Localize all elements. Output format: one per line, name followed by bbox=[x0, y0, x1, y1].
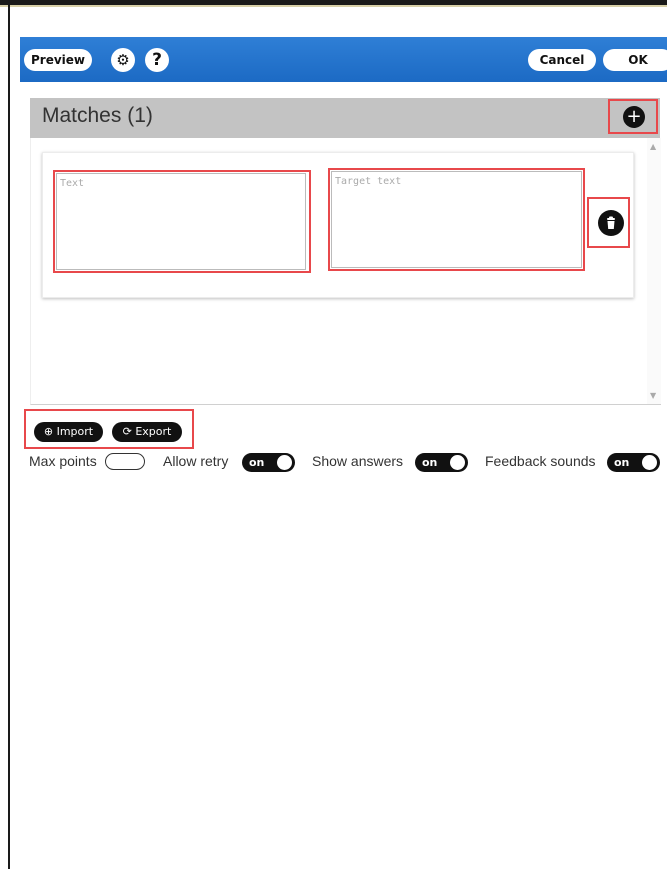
import-icon: ⊕ bbox=[43, 425, 54, 438]
text-field-highlight bbox=[53, 170, 311, 273]
allow-retry-state: on bbox=[249, 456, 265, 469]
question-mark-icon: ? bbox=[152, 50, 162, 70]
import-label: Import bbox=[56, 425, 94, 438]
cancel-button[interactable]: Cancel bbox=[528, 49, 596, 71]
options-row: Max points Allow retry on Show answers o… bbox=[0, 451, 667, 473]
window-left-border bbox=[8, 5, 10, 869]
settings-button[interactable]: ⚙ bbox=[111, 48, 135, 72]
feedback-sounds-state: on bbox=[614, 456, 630, 469]
export-button[interactable]: ⟳ Export bbox=[112, 422, 182, 442]
feedback-sounds-toggle[interactable]: on bbox=[607, 453, 660, 472]
toggle-knob bbox=[277, 455, 292, 470]
trash-icon bbox=[607, 216, 615, 229]
matches-panel-header: Matches (1) bbox=[30, 98, 660, 138]
max-points-label: Max points bbox=[29, 453, 97, 469]
plus-icon: + bbox=[626, 106, 642, 127]
show-answers-toggle[interactable]: on bbox=[415, 453, 468, 472]
add-match-button[interactable]: + bbox=[623, 106, 645, 128]
import-button[interactable]: ⊕ Import bbox=[34, 422, 103, 442]
show-answers-state: on bbox=[422, 456, 438, 469]
allow-retry-toggle[interactable]: on bbox=[242, 453, 295, 472]
export-label: Export bbox=[135, 425, 172, 438]
gear-icon: ⚙ bbox=[116, 51, 130, 69]
toggle-knob bbox=[450, 455, 465, 470]
feedback-sounds-label: Feedback sounds bbox=[485, 453, 596, 469]
scroll-down-arrow-icon[interactable]: ▼ bbox=[650, 391, 656, 400]
help-button[interactable]: ? bbox=[145, 48, 169, 72]
matches-scrollbar[interactable]: ▲ ▼ bbox=[647, 138, 661, 404]
toggle-knob bbox=[642, 455, 657, 470]
max-points-input[interactable] bbox=[105, 453, 145, 470]
window-top-border-accent bbox=[0, 5, 667, 7]
add-match-highlight: + bbox=[608, 99, 658, 134]
delete-match-button[interactable] bbox=[598, 210, 624, 236]
preview-button[interactable]: Preview bbox=[24, 49, 92, 71]
matches-title: Matches (1) bbox=[42, 104, 153, 127]
editor-toolbar: Preview ⚙ ? Cancel OK bbox=[20, 37, 667, 82]
show-answers-label: Show answers bbox=[312, 453, 404, 469]
target-field-highlight bbox=[328, 168, 585, 271]
allow-retry-label: Allow retry bbox=[163, 453, 229, 469]
scroll-up-arrow-icon[interactable]: ▲ bbox=[650, 142, 656, 151]
export-icon: ⟳ bbox=[122, 425, 132, 438]
ok-button[interactable]: OK bbox=[603, 49, 667, 71]
